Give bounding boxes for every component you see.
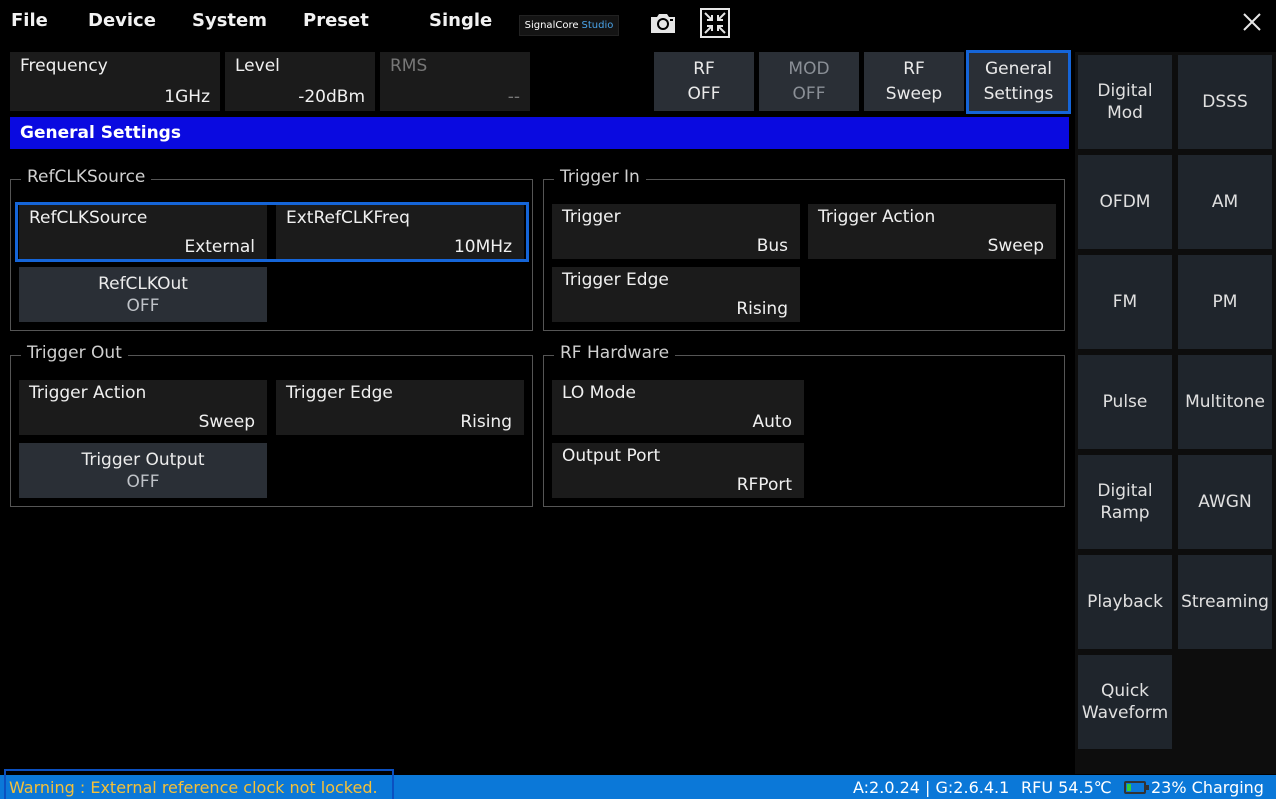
quick-waveform-line1: Quick	[1100, 681, 1150, 701]
rms-value: --	[507, 87, 520, 107]
rf-sweep-sub: Sweep	[885, 83, 943, 104]
digital-ramp-line2: Ramp	[1100, 503, 1150, 523]
battery-level-fill	[1127, 784, 1131, 791]
trigger-output-value: OFF	[126, 471, 160, 492]
battery-icon	[1124, 781, 1149, 794]
sidebar-item-ofdm[interactable]: OFDM	[1078, 155, 1172, 249]
rf-toggle-button[interactable]: RF OFF	[654, 52, 754, 111]
refclk-out-value: OFF	[126, 295, 160, 316]
mod-toggle-button[interactable]: MOD OFF	[759, 52, 859, 111]
sidebar-item-pm[interactable]: PM	[1178, 255, 1272, 349]
quick-waveform-line2: Waveform	[1081, 703, 1169, 723]
output-port-value: RFPort	[736, 475, 792, 495]
frequency-label: Frequency	[20, 56, 108, 76]
trigger-in-edge-value: Rising	[736, 299, 788, 319]
output-port-label: Output Port	[562, 446, 661, 466]
rf-hardware-group-title: RF Hardware	[554, 343, 676, 363]
level-param[interactable]: Level -20dBm	[225, 52, 375, 111]
trigger-output-label: Trigger Output	[81, 449, 205, 470]
sidebar-item-am[interactable]: AM	[1178, 155, 1272, 249]
trigger-out-action-field[interactable]: Trigger Action Sweep	[19, 380, 267, 435]
brand-name: SignalCore	[524, 20, 579, 31]
rf-sweep-button[interactable]: RF Sweep	[864, 52, 964, 111]
level-label: Level	[235, 56, 280, 76]
menu-file[interactable]: File	[11, 10, 48, 31]
frequency-param[interactable]: Frequency 1GHz	[10, 52, 220, 111]
general-settings-sub: Settings	[983, 84, 1054, 104]
digital-ramp-line1: Digital	[1097, 481, 1153, 501]
rms-label: RMS	[390, 56, 428, 76]
general-settings-button[interactable]: General Settings	[966, 50, 1071, 114]
sidebar-item-quick-waveform[interactable]: Quick Waveform	[1078, 655, 1172, 749]
brand-logo: SignalCore Studio	[519, 15, 619, 36]
modulation-sidebar: Digital Mod DSSS OFDM AM FM PM Pulse Mult…	[1075, 52, 1276, 774]
lo-mode-value: Auto	[752, 412, 792, 432]
rf-toggle-state: OFF	[687, 83, 721, 104]
trigger-in-trigger-field[interactable]: Trigger Bus	[552, 204, 800, 259]
trigger-in-group-title: Trigger In	[554, 167, 646, 187]
refclk-out-label: RefCLKOut	[98, 273, 188, 294]
selection-highlight	[15, 202, 529, 262]
trigger-out-action-value: Sweep	[198, 412, 255, 432]
output-port-field[interactable]: Output Port RFPort	[552, 443, 804, 498]
camera-icon[interactable]	[648, 8, 678, 38]
digital-mod-line2: Mod	[1107, 103, 1143, 123]
trigger-in-trigger-value: Bus	[756, 236, 788, 256]
page-title: General Settings	[10, 117, 1069, 149]
sidebar-item-pulse[interactable]: Pulse	[1078, 355, 1172, 449]
rf-sweep-label: RF	[903, 58, 925, 79]
lo-mode-field[interactable]: LO Mode Auto	[552, 380, 804, 435]
menu-device[interactable]: Device	[88, 10, 156, 31]
trigger-in-edge-field[interactable]: Trigger Edge Rising	[552, 267, 800, 322]
general-settings-label: General	[985, 59, 1052, 79]
frequency-value: 1GHz	[164, 87, 210, 107]
menu-single[interactable]: Single	[429, 10, 492, 31]
battery-status: 23% Charging	[1151, 778, 1264, 797]
sidebar-item-digital-ramp[interactable]: Digital Ramp	[1078, 455, 1172, 549]
trigger-in-trigger-label: Trigger	[562, 207, 621, 227]
sidebar-item-fm[interactable]: FM	[1078, 255, 1172, 349]
menu-system[interactable]: System	[192, 10, 267, 31]
rms-param[interactable]: RMS --	[380, 52, 530, 111]
version-info: A:2.0.24 | G:2.6.4.1	[853, 778, 1010, 797]
warning-message[interactable]: Warning : External reference clock not l…	[9, 778, 378, 797]
trigger-in-action-value: Sweep	[987, 236, 1044, 256]
battery-tip	[1146, 785, 1149, 790]
sidebar-item-multitone[interactable]: Multitone	[1178, 355, 1272, 449]
trigger-out-group-title: Trigger Out	[21, 343, 128, 363]
trigger-out-action-label: Trigger Action	[29, 383, 147, 403]
rf-toggle-label: RF	[693, 58, 715, 79]
sidebar-item-playback[interactable]: Playback	[1078, 555, 1172, 649]
temperature-readout: RFU 54.5℃	[1021, 778, 1112, 797]
trigger-output-toggle[interactable]: Trigger Output OFF	[19, 443, 267, 498]
menu-bar: File Device System Preset Single SignalC…	[0, 0, 1276, 46]
mod-toggle-label: MOD	[788, 58, 830, 79]
trigger-out-edge-field[interactable]: Trigger Edge Rising	[276, 380, 524, 435]
sidebar-item-awgn[interactable]: AWGN	[1178, 455, 1272, 549]
menu-preset[interactable]: Preset	[303, 10, 369, 31]
level-value: -20dBm	[298, 87, 365, 107]
collapse-arrows-icon[interactable]	[700, 8, 730, 38]
sidebar-item-dsss[interactable]: DSSS	[1178, 55, 1272, 149]
trigger-in-action-label: Trigger Action	[818, 207, 936, 227]
refclk-out-toggle[interactable]: RefCLKOut OFF	[19, 267, 267, 322]
trigger-in-action-field[interactable]: Trigger Action Sweep	[808, 204, 1056, 259]
trigger-out-edge-value: Rising	[460, 412, 512, 432]
digital-mod-line1: Digital	[1097, 81, 1153, 101]
trigger-out-edge-label: Trigger Edge	[286, 383, 393, 403]
refclk-group-title: RefCLKSource	[21, 167, 152, 187]
close-icon[interactable]	[1240, 10, 1264, 34]
sidebar-item-digital-mod[interactable]: Digital Mod	[1078, 55, 1172, 149]
trigger-in-edge-label: Trigger Edge	[562, 270, 669, 290]
mod-toggle-state: OFF	[792, 83, 826, 104]
lo-mode-label: LO Mode	[562, 383, 636, 403]
sidebar-item-streaming[interactable]: Streaming	[1178, 555, 1272, 649]
brand-suffix: Studio	[581, 20, 614, 31]
